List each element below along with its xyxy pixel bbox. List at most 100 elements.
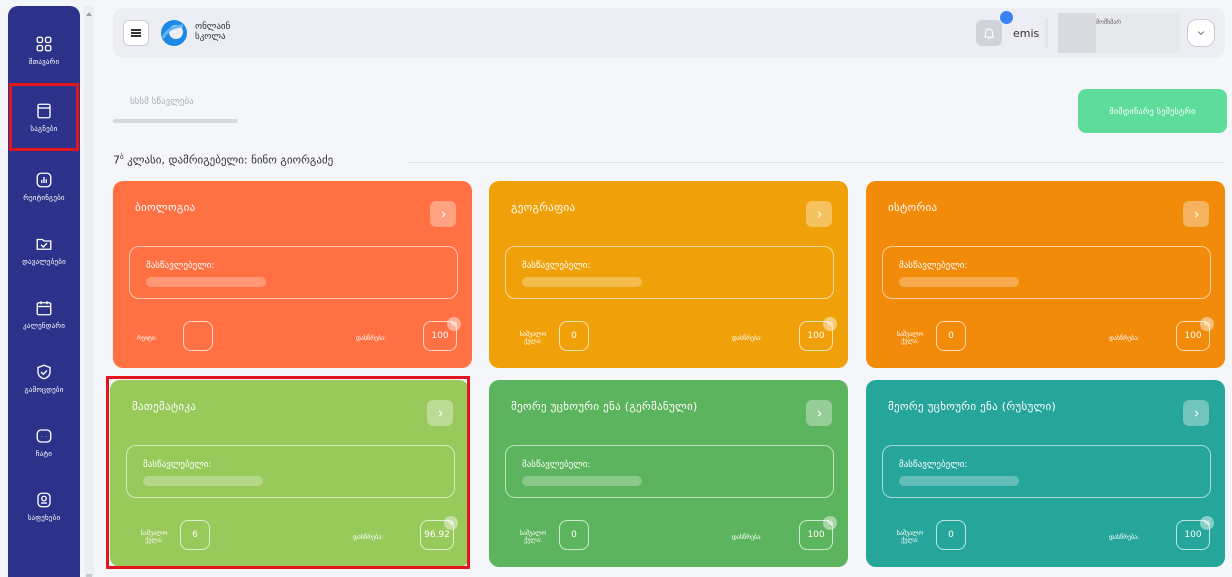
notification-dot <box>1000 11 1013 24</box>
top-header: ონლაინ სკოლა emis მომხმარ <box>113 8 1225 58</box>
sidebar: მთავარი საგნები რეიტინგები დავალებები კა… <box>8 6 80 577</box>
attendance-label: დასწრება: <box>1109 335 1140 342</box>
average-score-label: საშუალო ქულა: <box>519 331 547 345</box>
subject-card-german[interactable]: მეორე უცხოური ენა (გერმანული) მასწავლებე… <box>489 380 848 567</box>
sidebar-item-ratings[interactable]: რეიტინგები <box>8 156 80 216</box>
calendar-icon <box>36 300 52 315</box>
subject-card-russian[interactable]: მეორე უცხოური ენა (რუსული) მასწავლებელი:… <box>866 380 1225 567</box>
user-role: მომხმარ <box>1096 19 1122 26</box>
chevron-right-icon <box>1194 210 1199 218</box>
logo-line2: სკოლა <box>195 32 226 42</box>
subject-name: მეორე უცხოური ენა (რუსული) <box>888 400 1057 413</box>
class-grade: 7 <box>113 153 120 167</box>
sidebar-item-label: რეიტინგები <box>23 193 65 202</box>
attendance-label: დასწრება: <box>356 335 387 342</box>
sidebar-item-calendar[interactable]: კალენდარი <box>8 284 80 344</box>
open-subject-button[interactable] <box>1183 201 1209 227</box>
user-menu-button[interactable] <box>1187 19 1215 47</box>
teacher-name-blur <box>522 476 642 486</box>
average-score-label: საშუალო ქულა: <box>896 530 924 544</box>
subject-card-history[interactable]: ისტორია მასწავლებელი: საშუალო ქულა: 0 და… <box>866 181 1225 368</box>
teacher-label: მასწავლებელი: <box>146 261 215 271</box>
teacher-label: მასწავლებელი: <box>899 460 968 470</box>
sidebar-item-label: საფეხები <box>27 513 61 522</box>
shield-check-icon <box>37 364 51 379</box>
current-semester-button[interactable]: მიმდინარე სემესტრი <box>1078 89 1227 133</box>
sidebar-item-chat[interactable]: ჩატი <box>8 412 80 472</box>
school-logo-text: ონლაინ სკოლა <box>195 22 230 42</box>
teacher-label: მასწავლებელი: <box>899 261 968 271</box>
teacher-label: მასწავლებელი: <box>522 460 591 470</box>
subject-name: გეოგრაფია <box>511 201 576 214</box>
school-logo-icon <box>161 20 187 46</box>
teacher-label: მასწავლებელი: <box>522 261 591 271</box>
sidebar-item-certificates[interactable]: საფეხები <box>8 476 80 536</box>
chevron-right-icon <box>441 210 446 218</box>
hamburger-icon <box>131 29 141 37</box>
subject-name: ბიოლოგია <box>135 201 196 214</box>
open-subject-button[interactable] <box>806 201 832 227</box>
scroll-up-arrow-icon[interactable] <box>86 12 92 16</box>
teacher-box: მასწავლებელი: <box>882 246 1211 299</box>
teacher-box: მასწავლებელი: <box>505 445 834 498</box>
sidebar-item-label: კალენდარი <box>22 321 66 330</box>
sidebar-item-exams[interactable]: გამოცდები <box>8 348 80 408</box>
open-subject-button[interactable] <box>1183 400 1209 426</box>
teacher-box: მასწავლებელი: <box>505 246 834 299</box>
sidebar-item-home[interactable]: მთავარი <box>8 20 80 80</box>
avatar[interactable] <box>1058 13 1096 53</box>
chevron-right-icon <box>1194 409 1199 417</box>
average-score-value: 0 <box>559 321 589 351</box>
header-divider <box>1045 18 1048 48</box>
attendance-label: დასწრება: <box>732 335 763 342</box>
sidebar-item-label: დავალებები <box>22 257 66 266</box>
subject-name: ისტორია <box>888 201 938 214</box>
average-score-value: 0 <box>936 321 966 351</box>
subject-name: მეორე უცხოური ენა (გერმანული) <box>511 400 698 413</box>
chevron-right-icon <box>817 409 822 417</box>
tab-underline <box>113 119 238 123</box>
open-subject-button[interactable] <box>806 400 832 426</box>
sidebar-item-label: მთავარი <box>28 57 60 66</box>
teacher-box: მასწავლებელი: <box>129 246 458 299</box>
subject-card-geography[interactable]: გეოგრაფია მასწავლებელი: საშუალო ქულა: 0 … <box>489 181 848 368</box>
percent-badge: % <box>1200 317 1214 331</box>
class-title: 7ბ კლასი, დამრიგებელი: ნინო გიორგაძე <box>113 153 333 167</box>
percent-badge: % <box>823 516 837 530</box>
sidebar-item-assignments[interactable]: დავალებები <box>8 220 80 280</box>
teacher-name-blur <box>146 277 266 287</box>
chart-icon <box>36 172 52 187</box>
notifications-button[interactable] <box>976 20 1002 46</box>
percent-badge: % <box>823 317 837 331</box>
average-score-label: საშუალო ქულა: <box>896 331 924 345</box>
attendance-label: დასწრება: <box>1109 534 1140 541</box>
highlight-outline <box>106 376 470 569</box>
sidebar-item-label: ჩატი <box>35 449 53 458</box>
title-divider <box>407 162 1225 163</box>
username: emis <box>1013 27 1040 40</box>
menu-toggle-button[interactable] <box>123 20 149 46</box>
chevron-down-icon <box>1197 31 1205 36</box>
percent-badge: % <box>447 317 461 331</box>
teacher-name-blur <box>522 277 642 287</box>
page-scrollbar[interactable] <box>84 6 94 577</box>
tab-sssm-teaching[interactable]: სსსმ სწავლება <box>130 97 194 107</box>
folder-check-icon <box>36 238 52 250</box>
logo-line1: ონლაინ <box>195 22 231 32</box>
class-teacher: კლასი, დამრიგებელი: ნინო გიორგაძე <box>123 153 334 167</box>
certificate-icon <box>37 492 51 507</box>
teacher-name-blur <box>899 277 1019 287</box>
average-score-value: 0 <box>936 520 966 550</box>
grid-icon <box>36 36 52 51</box>
percent-badge: % <box>1200 516 1214 530</box>
attendance-label: დასწრება: <box>732 534 763 541</box>
rating-value <box>183 321 213 351</box>
subject-card-biology[interactable]: ბიოლოგია მასწავლებელი: რეიტი: დასწრება: … <box>113 181 472 368</box>
book-icon <box>37 103 51 118</box>
teacher-box: მასწავლებელი: <box>882 445 1211 498</box>
open-subject-button[interactable] <box>430 201 456 227</box>
bell-icon <box>983 28 995 39</box>
sidebar-item-label: გამოცდები <box>24 385 64 394</box>
chevron-right-icon <box>817 210 822 218</box>
sidebar-item-subjects[interactable]: საგნები <box>9 83 79 151</box>
